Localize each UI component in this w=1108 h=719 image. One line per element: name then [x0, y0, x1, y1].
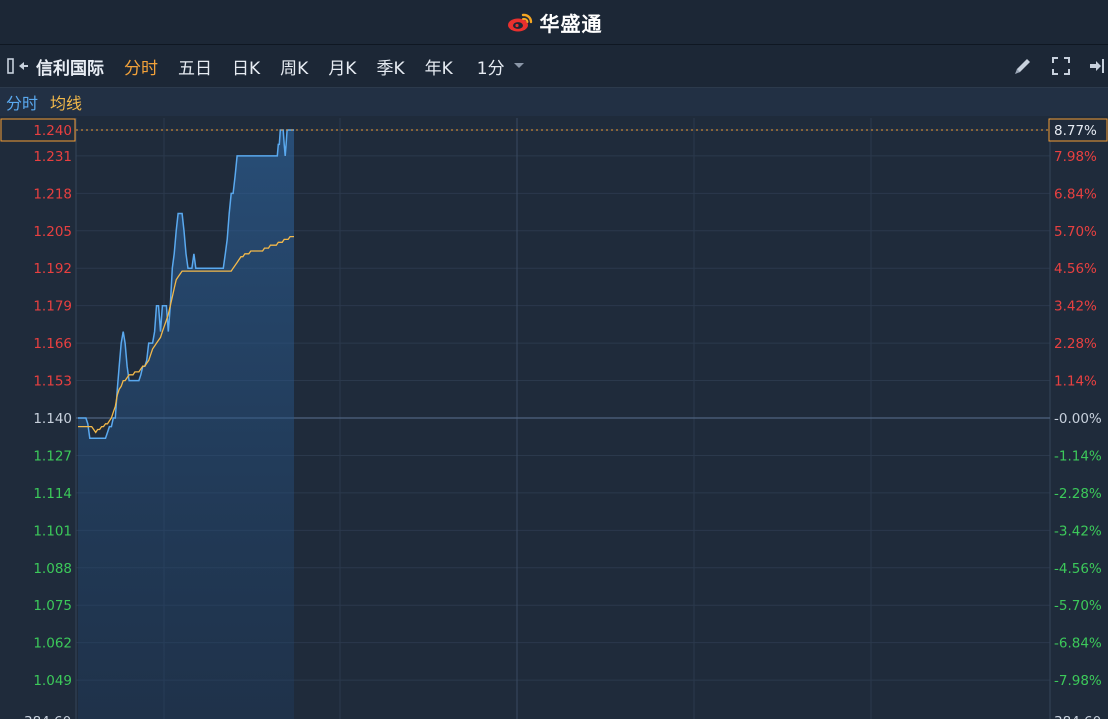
y-tick-label: 1.231: [33, 149, 72, 165]
pct-tick-label: 2.28%: [1054, 336, 1097, 352]
chevron-down-icon: [513, 63, 524, 68]
toolbar-left: 信利国际 分时 五日 日K 周K 月K 季K 年K 1分: [6, 45, 525, 87]
high-pct-box: [1048, 118, 1108, 142]
y-tick-label: 1.140: [33, 411, 72, 427]
legend-item-average: 均线: [50, 94, 83, 113]
y-tick-label: 1.062: [33, 636, 72, 652]
tab-quarterly-k[interactable]: 季K: [366, 54, 414, 79]
toolbar-right: [1012, 45, 1108, 87]
pct-tick-label: 6.84%: [1054, 186, 1097, 202]
pct-tick-label: -3.42%: [1054, 523, 1102, 539]
pct-tick-label: 5.70%: [1054, 224, 1097, 240]
y-tick-label: 1.179: [33, 299, 72, 315]
app-root: 华盛通 信利国际 分时 五日 日K 周K 月K 季K 年K 1分 分时 均线 1…: [0, 0, 1108, 719]
pct-tick-label: -6.84%: [1054, 636, 1102, 652]
y-tick-label: 1.192: [33, 261, 72, 277]
brand: 华盛通: [506, 8, 603, 37]
y-tick-label: 1.218: [33, 186, 72, 202]
pct-tick-label: -7.98%: [1054, 673, 1102, 689]
pct-tick-label: 3.42%: [1054, 299, 1097, 315]
bottom-right-label: 384.60: [1054, 714, 1101, 719]
y-tick-label: 1.088: [33, 561, 72, 577]
tab-monthly-k[interactable]: 月K: [318, 54, 366, 79]
pencil-icon[interactable]: [1012, 55, 1034, 77]
plot-area: [76, 118, 1050, 719]
y-tick-label: 1.166: [33, 336, 72, 352]
y-tick-label: 1.153: [33, 374, 72, 390]
y-tick-label: 1.240: [33, 123, 72, 139]
pct-tick-label: -4.56%: [1054, 561, 1102, 577]
pct-tick-label: -2.28%: [1054, 486, 1102, 502]
y-tick-label: 1.127: [33, 448, 72, 464]
brand-name: 华盛通: [539, 11, 603, 36]
tab-weekly-k[interactable]: 周K: [270, 54, 318, 79]
pct-tick-label: -5.70%: [1054, 598, 1102, 614]
y-tick-label: 1.205: [33, 224, 72, 240]
pct-tick-label: 8.77%: [1054, 123, 1097, 139]
tab-intraday[interactable]: 分时: [114, 54, 168, 79]
collapse-panel-icon[interactable]: [1088, 55, 1104, 77]
tab-yearly-k[interactable]: 年K: [415, 54, 463, 79]
fullscreen-icon[interactable]: [1050, 55, 1072, 77]
pct-tick-label: 1.14%: [1054, 374, 1097, 390]
tab-five-day[interactable]: 五日: [168, 54, 222, 79]
price-line: [78, 129, 294, 439]
pct-tick-label: 7.98%: [1054, 149, 1097, 165]
sidebar-toggle-icon[interactable]: [6, 56, 30, 76]
pct-tick-label: -0.00%: [1054, 411, 1102, 427]
price-area-fill: [78, 130, 294, 719]
weibo-logo-icon: [507, 13, 532, 32]
toolbar: 信利国际 分时 五日 日K 周K 月K 季K 年K 1分: [0, 45, 1108, 88]
y-tick-label: 1.075: [33, 598, 72, 614]
legend-bar: 分时 均线: [0, 88, 1108, 116]
stock-name: 信利国际: [36, 58, 104, 79]
y-tick-label: 1.114: [33, 486, 72, 502]
y-tick-label: 1.101: [33, 523, 72, 539]
period-label: 1分: [476, 58, 505, 79]
period-dropdown[interactable]: 1分: [477, 54, 525, 79]
y-tick-label: 1.049: [33, 673, 72, 689]
tab-daily-k[interactable]: 日K: [222, 54, 270, 79]
app-header: 华盛通: [0, 0, 1108, 45]
high-price-box: [0, 118, 76, 142]
pct-tick-label: -1.14%: [1054, 448, 1102, 464]
pct-tick-label: 4.56%: [1054, 261, 1097, 277]
legend-item-intraday: 分时: [6, 94, 39, 113]
average-line: [78, 235, 294, 434]
bottom-left-label: 384.60: [24, 714, 71, 719]
